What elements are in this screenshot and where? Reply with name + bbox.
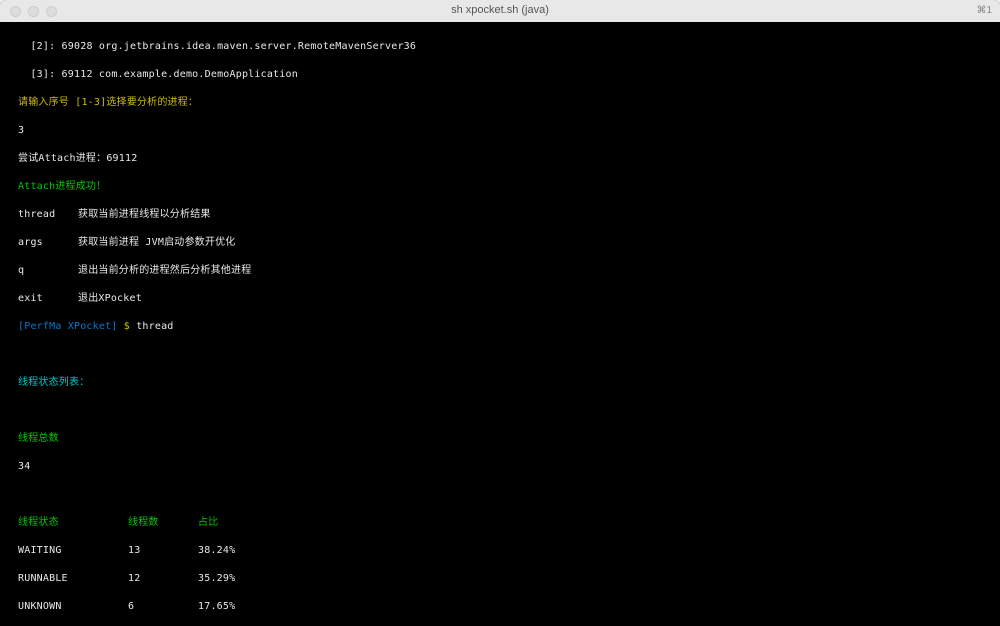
value: 34: [18, 460, 982, 474]
usage-line: q退出当前分析的进程然后分析其他进程: [18, 264, 982, 278]
table-row: WAITING1338.24%: [18, 544, 982, 558]
minimize-icon[interactable]: [28, 6, 39, 17]
blank-line: [18, 404, 982, 418]
process-list-item: [3]: 69112 com.example.demo.DemoApplicat…: [18, 68, 982, 82]
blank-line: [18, 488, 982, 502]
attach-success: Attach进程成功！: [18, 180, 982, 194]
window-titlebar: sh xpocket.sh (java) ⌘1: [0, 0, 1000, 22]
terminal-content[interactable]: [2]: 69028 org.jetbrains.idea.maven.serv…: [0, 22, 1000, 626]
usage-line: args获取当前进程 JVM启动参数开优化: [18, 236, 982, 250]
window-title: sh xpocket.sh (java): [8, 3, 992, 18]
table-row: RUNNABLE1235.29%: [18, 572, 982, 586]
window-traffic-lights: [10, 6, 57, 17]
blank-line: [18, 348, 982, 362]
label: 线程总数: [18, 432, 982, 446]
table-header: 线程状态线程数占比: [18, 516, 982, 530]
section-header: 线程状态列表：: [18, 376, 982, 390]
close-icon[interactable]: [10, 6, 21, 17]
user-input: 3: [18, 124, 982, 138]
attaching-msg: 尝试Attach进程：69112: [18, 152, 982, 166]
zoom-icon[interactable]: [46, 6, 57, 17]
table-row: UNKNOWN617.65%: [18, 600, 982, 614]
usage-line: exit退出XPocket: [18, 292, 982, 306]
terminal-window: sh xpocket.sh (java) ⌘1 [2]: 69028 org.j…: [0, 0, 1000, 626]
window-shortcut-indicator: ⌘1: [976, 4, 992, 18]
prompt-select: 请输入序号 [1-3]选择要分析的进程：: [18, 96, 982, 110]
prompt-line: [PerfMa XPocket] $ thread: [18, 320, 982, 334]
usage-line: thread获取当前进程线程以分析结果: [18, 208, 982, 222]
process-list-item: [2]: 69028 org.jetbrains.idea.maven.serv…: [18, 40, 982, 54]
